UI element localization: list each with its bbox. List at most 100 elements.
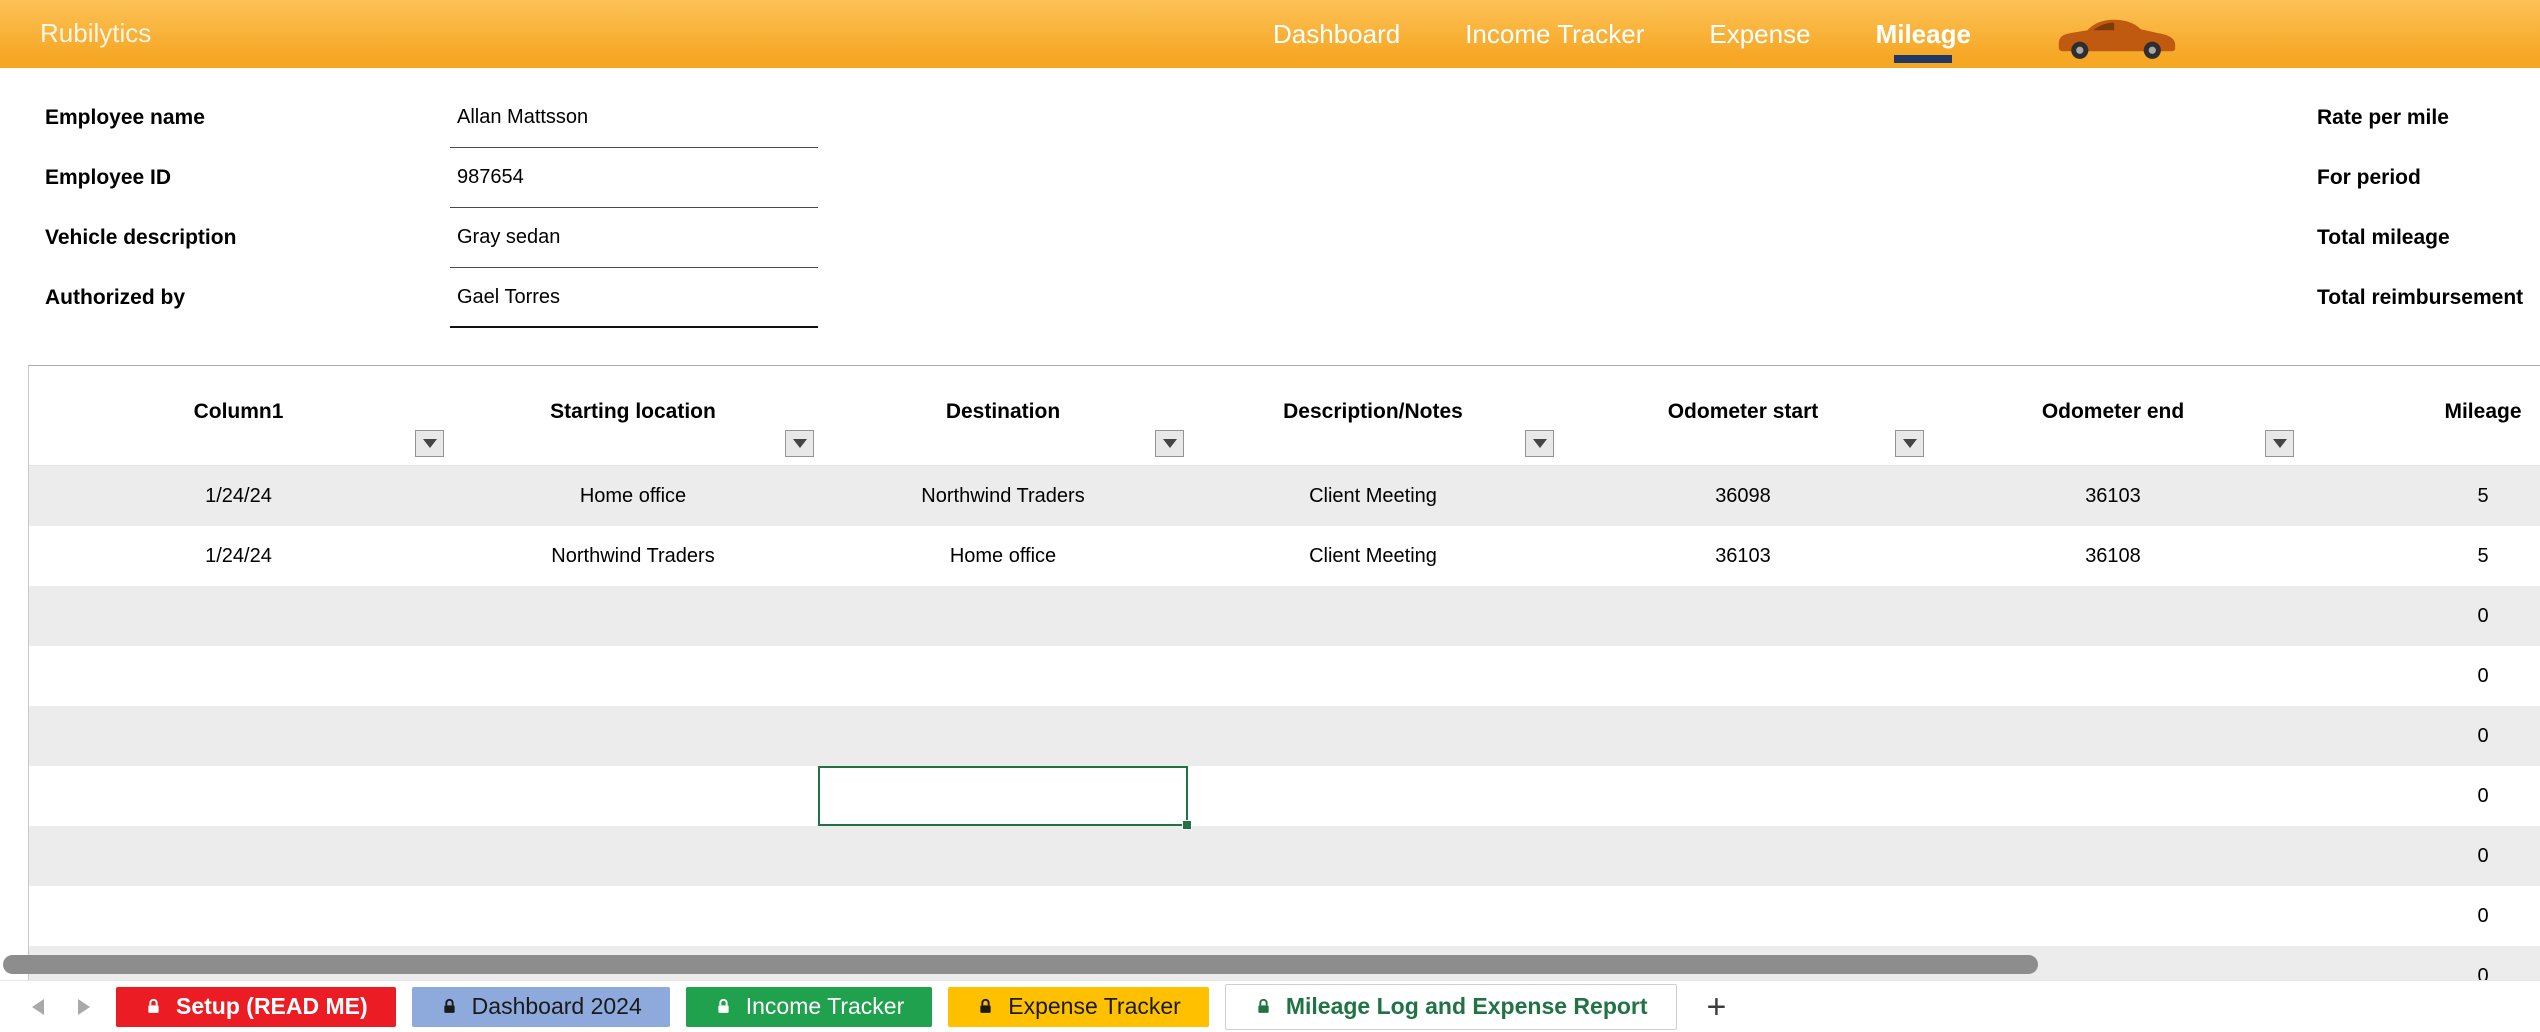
table-cell[interactable]	[818, 706, 1188, 766]
sheet-tab-expense-tracker[interactable]: Expense Tracker	[948, 987, 1209, 1027]
table-cell[interactable]: 1/24/24	[29, 466, 448, 526]
table-cell[interactable]	[1928, 706, 2298, 766]
filter-dropdown-button[interactable]	[1525, 430, 1554, 457]
lock-icon	[1254, 997, 1273, 1016]
field-value-vehicle-description[interactable]: Gray sedan	[450, 208, 818, 268]
table-cell[interactable]	[1928, 586, 2298, 646]
table-cell[interactable]	[29, 646, 448, 706]
column-header-label: Destination	[946, 400, 1060, 465]
column-header-label: Starting location	[550, 400, 716, 465]
table-cell[interactable]: Northwind Traders	[448, 526, 818, 586]
table-cell[interactable]	[1188, 826, 1558, 886]
car-icon	[2055, 9, 2179, 61]
prev-sheet-arrow-icon[interactable]	[28, 997, 48, 1017]
table-cell[interactable]: Home office	[448, 466, 818, 526]
table-cell[interactable]	[1928, 886, 2298, 946]
table-cell[interactable]	[1188, 646, 1558, 706]
table-cell[interactable]: 0	[2298, 826, 2540, 886]
table-cell[interactable]	[818, 586, 1188, 646]
table-cell[interactable]	[1188, 886, 1558, 946]
nav-item-income-tracker[interactable]: Income Tracker	[1465, 19, 1644, 50]
table-cell[interactable]	[29, 766, 448, 826]
table-cell[interactable]	[1558, 886, 1928, 946]
table-cell[interactable]: Client Meeting	[1188, 526, 1558, 586]
table-header-row: Column1Starting locationDestinationDescr…	[29, 366, 2540, 466]
sheet-tab-mileage-log-and-expense-report[interactable]: Mileage Log and Expense Report	[1225, 984, 1677, 1030]
sheet-tab-dashboard-2024[interactable]: Dashboard 2024	[412, 987, 670, 1027]
table-cell[interactable]	[448, 826, 818, 886]
column-header-label: Odometer end	[2042, 400, 2184, 465]
table-cell[interactable]	[448, 706, 818, 766]
field-value-employee-id[interactable]: 987654	[450, 148, 818, 208]
table-cell[interactable]: 36103	[1928, 466, 2298, 526]
nav-item-dashboard[interactable]: Dashboard	[1273, 19, 1400, 50]
employee-form: Employee nameAllan MattssonEmployee ID98…	[45, 88, 818, 328]
nav-item-mileage[interactable]: Mileage	[1876, 19, 1971, 50]
table-cell[interactable]	[818, 826, 1188, 886]
nav-item-expense[interactable]: Expense	[1709, 19, 1810, 50]
filter-dropdown-button[interactable]	[2265, 430, 2294, 457]
table-cell[interactable]	[448, 646, 818, 706]
table-cell[interactable]: Client Meeting	[1188, 466, 1558, 526]
table-cell[interactable]	[1188, 766, 1558, 826]
table-cell[interactable]: 5	[2298, 466, 2540, 526]
table-cell[interactable]	[29, 586, 448, 646]
table-cell[interactable]	[1558, 766, 1928, 826]
add-sheet-button[interactable]: +	[1707, 990, 1727, 1024]
table-cell[interactable]: 5	[2298, 526, 2540, 586]
sheet-tab-setup-read-me[interactable]: Setup (READ ME)	[116, 987, 396, 1027]
column-header-destination: Destination	[818, 366, 1188, 465]
next-sheet-arrow-icon[interactable]	[74, 997, 94, 1017]
summary-label-for-period: For period	[2317, 148, 2523, 208]
table-cell[interactable]: 36108	[1928, 526, 2298, 586]
table-cell[interactable]	[448, 586, 818, 646]
filter-dropdown-button[interactable]	[785, 430, 814, 457]
table-cell[interactable]: 36098	[1558, 466, 1928, 526]
table-cell[interactable]: 0	[2298, 886, 2540, 946]
table-cell[interactable]	[1188, 586, 1558, 646]
filter-dropdown-button[interactable]	[1895, 430, 1924, 457]
chevron-down-icon	[1163, 439, 1177, 448]
table-cell[interactable]	[1928, 646, 2298, 706]
table-cell[interactable]	[818, 646, 1188, 706]
table-row: 1/24/24Home officeNorthwind TradersClien…	[29, 466, 2540, 526]
field-value-employee-name[interactable]: Allan Mattsson	[450, 88, 818, 148]
table-body: 1/24/24Home officeNorthwind TradersClien…	[29, 466, 2540, 1006]
table-cell[interactable]: 36103	[1558, 526, 1928, 586]
filter-dropdown-button[interactable]	[1155, 430, 1184, 457]
form-row-authorized-by: Authorized byGael Torres	[45, 268, 818, 328]
chevron-down-icon	[1903, 439, 1917, 448]
sheet-tab-income-tracker[interactable]: Income Tracker	[686, 987, 933, 1027]
table-cell[interactable]	[1928, 826, 2298, 886]
horizontal-scrollbar-thumb[interactable]	[3, 955, 2038, 974]
selected-cell[interactable]	[818, 766, 1188, 826]
sheet-tabs: Setup (READ ME) Dashboard 2024 Income Trac…	[116, 984, 1677, 1030]
table-cell[interactable]	[1188, 706, 1558, 766]
table-row: 0	[29, 886, 2540, 946]
field-value-authorized-by[interactable]: Gael Torres	[450, 268, 818, 328]
column-header-odometer-start: Odometer start	[1558, 366, 1928, 465]
table-cell[interactable]	[448, 766, 818, 826]
table-cell[interactable]: 0	[2298, 706, 2540, 766]
table-cell[interactable]	[29, 886, 448, 946]
sheet-tab-label: Mileage Log and Expense Report	[1286, 993, 1648, 1020]
app-header: Rubilytics DashboardIncome TrackerExpens…	[0, 0, 2540, 68]
table-cell[interactable]: Home office	[818, 526, 1188, 586]
table-cell[interactable]	[1558, 586, 1928, 646]
table-cell[interactable]: 0	[2298, 766, 2540, 826]
table-cell[interactable]: 1/24/24	[29, 526, 448, 586]
table-cell[interactable]	[448, 886, 818, 946]
filter-dropdown-button[interactable]	[415, 430, 444, 457]
table-cell[interactable]: 0	[2298, 586, 2540, 646]
table-cell[interactable]	[1558, 826, 1928, 886]
table-cell[interactable]: Northwind Traders	[818, 466, 1188, 526]
table-cell[interactable]	[29, 706, 448, 766]
table-cell[interactable]	[29, 826, 448, 886]
table-cell[interactable]	[818, 886, 1188, 946]
table-cell[interactable]	[1558, 706, 1928, 766]
column-header-label: Description/Notes	[1283, 400, 1463, 465]
fill-handle[interactable]	[1182, 820, 1192, 830]
table-cell[interactable]	[1928, 766, 2298, 826]
table-cell[interactable]	[1558, 646, 1928, 706]
table-cell[interactable]: 0	[2298, 646, 2540, 706]
